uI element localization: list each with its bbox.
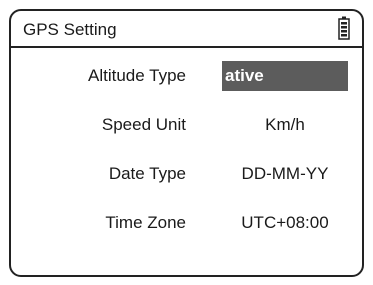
setting-row-date-type[interactable]: Date Type DD-MM-YY [11, 159, 362, 189]
title-bar: GPS Setting [11, 11, 362, 48]
setting-row-speed-unit[interactable]: Speed Unit Km/h [11, 110, 362, 140]
page-title: GPS Setting [23, 20, 117, 39]
date-type-value[interactable]: DD-MM-YY [222, 164, 348, 184]
date-type-label: Date Type [108, 164, 186, 183]
setting-row-altitude-type[interactable]: Altitude Type ative [11, 61, 362, 91]
altitude-type-value[interactable]: ative [222, 61, 348, 91]
time-zone-value[interactable]: UTC+08:00 [222, 213, 348, 233]
battery-icon [338, 16, 350, 40]
speed-unit-value[interactable]: Km/h [222, 115, 348, 135]
speed-unit-label: Speed Unit [101, 115, 186, 134]
setting-row-time-zone[interactable]: Time Zone UTC+08:00 [11, 208, 362, 238]
time-zone-label: Time Zone [105, 213, 186, 232]
gps-setting-screen: GPS Setting Altitude Type ative Speed Un… [9, 9, 364, 277]
altitude-type-label: Altitude Type [88, 66, 186, 85]
